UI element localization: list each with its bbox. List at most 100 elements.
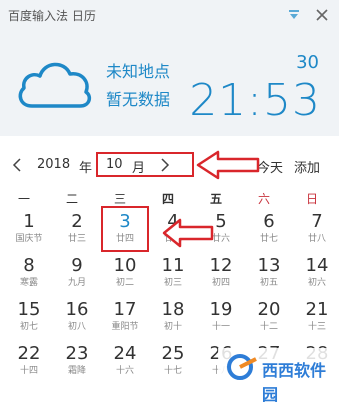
lunar-label: 重阳节 (111, 322, 139, 332)
lunar-label: 廿七 (259, 234, 278, 244)
calendar-day[interactable]: 18 初十 (149, 296, 197, 340)
lunar-label: 初三 (163, 278, 182, 288)
watermark: 西西软件园 (218, 348, 339, 404)
weather-panel: 未知地点 暂无数据 30 21:53 (0, 30, 339, 136)
calendar-day[interactable]: 6 廿七 (245, 208, 293, 252)
calendar-day[interactable]: 21 十三 (293, 296, 339, 340)
day-number: 1 (23, 211, 35, 232)
month-suffix: 月 (132, 161, 146, 176)
weekday-mon: 一 (17, 192, 30, 206)
day-number: 6 (263, 211, 275, 232)
add-button[interactable]: 添加 (294, 157, 320, 176)
lunar-label: 初五 (259, 278, 278, 288)
day-number: 23 (65, 343, 89, 364)
lunar-label: 十三 (307, 322, 326, 332)
close-button[interactable] (310, 3, 334, 27)
weekday-sat: 六 (257, 192, 270, 206)
location-label[interactable]: 未知地点 (106, 58, 170, 82)
weekday-fri: 五 (209, 192, 222, 206)
calendar-day[interactable]: 17 重阳节 (101, 296, 149, 340)
day-number: 8 (23, 255, 35, 276)
next-month-button[interactable] (156, 156, 172, 174)
calendar-day[interactable]: 20 十二 (245, 296, 293, 340)
lunar-label: 初十 (163, 322, 182, 332)
calendar-day[interactable]: 15 初七 (5, 296, 53, 340)
cloud-icon (18, 62, 92, 108)
calendar-day[interactable]: 23 霜降 (53, 340, 101, 384)
day-number: 18 (161, 299, 185, 320)
calendar-day[interactable]: 1 国庆节 (5, 208, 53, 252)
watermark-text: 西西软件园 (262, 361, 327, 404)
calendar-day[interactable]: 13 初五 (245, 252, 293, 296)
collapse-icon (289, 10, 299, 19)
clock: 21:53 (189, 75, 321, 126)
day-number: 19 (209, 299, 233, 320)
title-bar: 百度输入法 日历 (0, 0, 339, 30)
lunar-label: 廿三 (67, 234, 86, 244)
prev-month-button[interactable] (10, 156, 26, 174)
lunar-label: 廿四 (115, 234, 134, 244)
chevron-left-icon (12, 158, 21, 172)
calendar-day[interactable]: 24 十六 (101, 340, 149, 384)
calendar-day[interactable]: 12 初四 (197, 252, 245, 296)
day-number: 22 (17, 343, 41, 364)
annotation-arrow-day (162, 218, 214, 248)
day-number: 15 (17, 299, 41, 320)
weekday-header: 一 二 三 四 五 六 日 (0, 188, 339, 208)
today-button[interactable]: 今天 (257, 157, 283, 176)
calendar-day[interactable]: 8 寒露 (5, 252, 53, 296)
calendar-day[interactable]: 2 廿三 (53, 208, 101, 252)
lunar-label: 十二 (259, 322, 278, 332)
watermark-logo-icon (227, 354, 257, 380)
app-title: 百度输入法 日历 (8, 9, 96, 23)
collapse-button[interactable] (282, 3, 306, 27)
day-number: 10 (113, 255, 137, 276)
lunar-label: 廿八 (307, 234, 326, 244)
calendar-day[interactable]: 22 十四 (5, 340, 53, 384)
calendar-day[interactable]: 19 十一 (197, 296, 245, 340)
lunar-label: 十六 (115, 366, 134, 376)
chevron-right-icon (161, 158, 170, 172)
day-number: 12 (209, 255, 233, 276)
day-number: 14 (305, 255, 329, 276)
year-suffix: 年 (79, 161, 93, 176)
lunar-label: 初二 (115, 278, 134, 288)
calendar-day[interactable]: 14 初六 (293, 252, 339, 296)
day-number: 2 (71, 211, 83, 232)
calendar-day[interactable]: 11 初三 (149, 252, 197, 296)
lunar-label: 寒露 (19, 278, 38, 288)
calendar-day-today[interactable]: 3 廿四 (101, 206, 149, 252)
weather-status: 暂无数据 (106, 90, 171, 109)
lunar-label: 初八 (67, 322, 86, 332)
lunar-label: 十七 (163, 366, 182, 376)
day-number: 9 (71, 255, 83, 276)
calendar-day[interactable]: 9 九月 (53, 252, 101, 296)
calendar-day[interactable]: 10 初二 (101, 252, 149, 296)
month-select[interactable]: 10 (106, 157, 123, 172)
year-select[interactable]: 2018 (37, 157, 70, 172)
lunar-label: 初七 (19, 322, 38, 332)
lunar-label: 初六 (307, 278, 326, 288)
lunar-label: 九月 (67, 278, 86, 288)
day-number: 20 (257, 299, 281, 320)
calendar-day[interactable]: 16 初八 (53, 296, 101, 340)
date-day: 30 (296, 52, 319, 73)
weekday-wed: 三 (113, 192, 126, 206)
lunar-label: 初四 (211, 278, 230, 288)
lunar-label: 国庆节 (15, 234, 43, 244)
day-number: 7 (311, 211, 323, 232)
weekday-sun: 日 (305, 192, 318, 206)
lunar-label: 十四 (19, 366, 38, 376)
calendar-day[interactable]: 7 廿八 (293, 208, 339, 252)
day-number: 24 (113, 343, 137, 364)
lunar-label: 十一 (211, 322, 230, 332)
annotation-arrow-month (196, 150, 260, 180)
day-number: 16 (65, 299, 89, 320)
day-number: 25 (161, 343, 185, 364)
lunar-label: 霜降 (67, 366, 86, 376)
day-number: 3 (119, 211, 131, 232)
calendar-day[interactable]: 25 十七 (149, 340, 197, 384)
month-nav: 2018 年 10 月 今天 添加 (0, 152, 339, 180)
close-icon (316, 9, 328, 21)
day-number: 17 (113, 299, 137, 320)
